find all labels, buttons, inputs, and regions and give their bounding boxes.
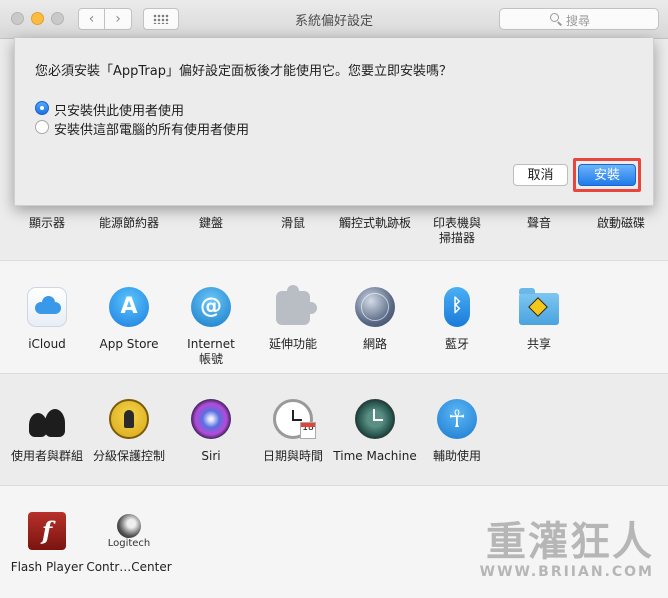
watermark-title: 重灌狂人 — [486, 518, 654, 565]
search-field[interactable]: 搜尋 — [499, 8, 659, 30]
radio-label: 安裝供這部電腦的所有使用者使用 — [54, 123, 250, 138]
search-placeholder: 搜尋 — [566, 14, 591, 28]
system-preferences-window: ‹ › 系統偏好設定 搜尋 顯示器 能源節約器 鍵盤 滑鼠 觸控式軌跡板 印表機… — [0, 0, 668, 598]
parental-controls-icon — [109, 399, 149, 439]
radio-selected-icon — [35, 101, 49, 115]
pane-label: 共享 — [526, 337, 551, 351]
accessibility-icon: ☥ — [437, 399, 477, 439]
pane-label: 網路 — [362, 337, 387, 351]
pane-label: Contr…Center — [86, 560, 172, 574]
bluetooth-icon: ᛒ — [444, 287, 470, 327]
pane-label: 印表機與 掃描器 — [432, 216, 481, 245]
install-button-highlight — [573, 158, 641, 192]
watermark-url: WWW.BRIIAN.COM — [479, 564, 654, 580]
app-store-icon: A — [109, 287, 149, 327]
pane-label: 鍵盤 — [198, 216, 223, 230]
pane-label: 日期與時間 — [262, 449, 323, 463]
pane-label: 啟動磁碟 — [596, 216, 645, 230]
dialog-message: 您必須安裝「AppTrap」偏好設定面板後才能使用它。您要立即安裝嗎？ — [35, 64, 452, 79]
pane-label: 延伸功能 — [268, 337, 317, 351]
install-preference-pane-dialog: 您必須安裝「AppTrap」偏好設定面板後才能使用它。您要立即安裝嗎？ 只安裝供… — [14, 38, 654, 206]
pane-label: Time Machine — [333, 449, 417, 463]
pane-label: 能源節約器 — [98, 216, 159, 230]
pane-label: 藍牙 — [444, 337, 469, 351]
pane-label: 滑鼠 — [280, 216, 305, 230]
pane-label: 使用者與群組 — [10, 449, 83, 463]
cancel-button[interactable]: 取消 — [513, 164, 568, 186]
preferences-row-system: 使用者與群組 分級保護控制 Siri 18 日期與時間 Time Machine… — [0, 373, 668, 486]
search-icon — [550, 13, 559, 22]
flash-player-icon: f — [28, 512, 66, 550]
radio-unselected-icon — [35, 120, 49, 134]
pane-label: 觸控式軌跡板 — [338, 216, 411, 230]
preferences-row-internet: iCloud A App Store @ Internet 帳號 延伸功能 網路… — [0, 260, 668, 373]
calendar-icon: 18 — [300, 422, 316, 439]
logitech-control-center-icon: Logitech — [108, 510, 150, 550]
sharing-icon — [519, 288, 559, 325]
pane-label: 輔助使用 — [432, 449, 481, 463]
pane-label: App Store — [99, 337, 159, 351]
pane-label: Flash Player — [10, 560, 84, 574]
date-time-icon: 18 — [273, 399, 316, 439]
network-icon — [355, 287, 395, 327]
pane-label: iCloud — [28, 337, 66, 351]
extensions-icon — [276, 285, 317, 325]
internet-accounts-icon: @ — [191, 287, 231, 327]
radio-label: 只安裝供此使用者使用 — [54, 104, 185, 119]
time-machine-icon — [355, 399, 395, 439]
watermark: 重灌狂人 WWW.BRIIAN.COM — [479, 518, 654, 581]
users-groups-icon — [27, 399, 67, 439]
pane-label: 聲音 — [526, 216, 551, 230]
title-bar: ‹ › 系統偏好設定 搜尋 — [0, 0, 668, 39]
siri-icon — [191, 399, 231, 439]
pane-label: Internet 帳號 — [187, 337, 235, 366]
pane-label: 分級保護控制 — [92, 449, 165, 463]
pane-label: 顯示器 — [28, 216, 65, 230]
icloud-icon — [27, 287, 67, 327]
pane-label: Siri — [201, 449, 221, 463]
